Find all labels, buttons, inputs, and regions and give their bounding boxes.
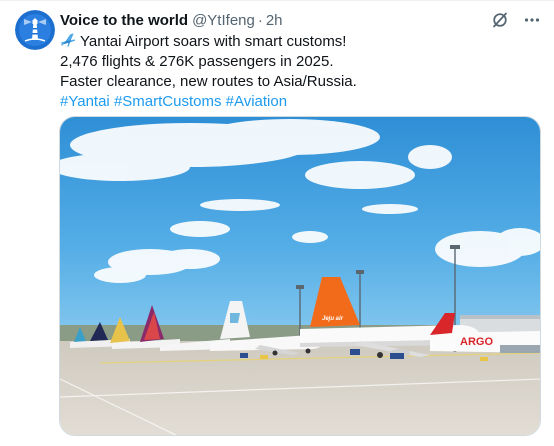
user-handle[interactable]: @YtIfeng (192, 11, 255, 31)
tweet-line-1: Yantai Airport soars with smart customs! (60, 32, 538, 52)
hashtag-aviation[interactable]: #Aviation (226, 93, 287, 110)
airplane-icon (60, 32, 76, 48)
svg-text:ARGO: ARGO (460, 336, 493, 348)
grok-icon[interactable] (490, 10, 510, 30)
tweet-hashtags: #Yantai #SmartCustoms #Aviation (60, 92, 538, 112)
tweet-header: Voice to the world @YtIfeng · 2h (60, 11, 484, 31)
svg-text:Jeju air: Jeju air (322, 316, 344, 322)
avatar[interactable] (15, 10, 55, 50)
hashtag-yantai[interactable]: #Yantai (60, 93, 110, 110)
lighthouse-icon (15, 10, 55, 50)
display-name[interactable]: Voice to the world (60, 11, 188, 31)
airport-photo: Jeju air ARGO (60, 117, 540, 435)
timestamp[interactable]: 2h (266, 11, 283, 31)
tweet-text: Yantai Airport soars with smart customs!… (60, 32, 538, 112)
tweet-media-photo[interactable]: Jeju air ARGO (59, 116, 541, 436)
tweet-line-2: 2,476 flights & 276K passengers in 2025. (60, 53, 334, 70)
tweet-actions-top (490, 10, 542, 30)
tweet-text-line: Yantai Airport soars with smart customs! (80, 33, 347, 50)
tweet-line-3: Faster clearance, new routes to Asia/Rus… (60, 73, 357, 90)
more-icon[interactable] (522, 10, 542, 30)
tweet-card[interactable]: Voice to the world @YtIfeng · 2h Yantai … (0, 0, 554, 446)
hashtag-smartcustoms[interactable]: #SmartCustoms (114, 93, 222, 110)
separator-dot: · (257, 12, 263, 29)
